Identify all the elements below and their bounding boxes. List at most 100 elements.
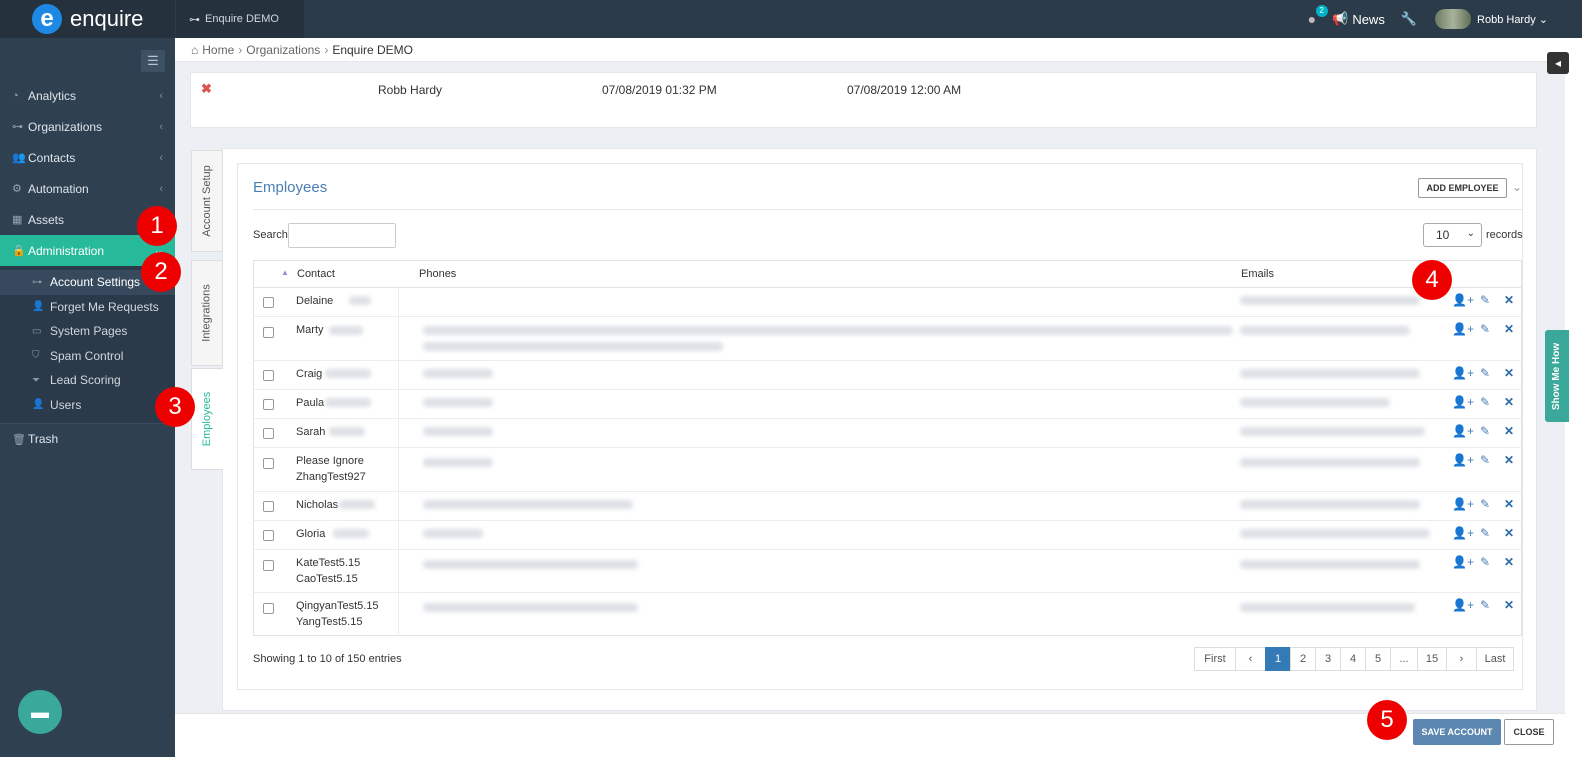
edit-icon[interactable]: ✎ <box>1480 453 1490 467</box>
delete-icon[interactable]: ✕ <box>1504 497 1514 511</box>
tab-integrations[interactable]: Integrations <box>191 260 223 366</box>
subitem-forget-me-requests[interactable]: 👤 Forget Me Requests <box>0 295 175 320</box>
delete-icon[interactable]: ✕ <box>1504 453 1514 467</box>
edit-icon[interactable]: ✎ <box>1480 526 1490 540</box>
add-user-icon[interactable]: 👤+ <box>1452 497 1474 511</box>
page-15[interactable]: 15 <box>1417 647 1447 671</box>
search-input[interactable] <box>288 223 396 248</box>
avatar[interactable] <box>1435 9 1472 29</box>
page-prev[interactable]: ‹ <box>1235 647 1266 671</box>
user-menu[interactable]: Robb Hardy ⌄ <box>1477 13 1548 26</box>
chat-button[interactable]: ▬ <box>18 690 62 734</box>
show-me-how-button[interactable]: Show Me How <box>1545 330 1569 422</box>
org-tab[interactable]: ⊶ Enquire DEMO <box>176 0 304 38</box>
row-checkbox[interactable] <box>263 327 274 338</box>
search-label: Search: <box>253 229 291 241</box>
divider <box>398 361 399 389</box>
sidebar-item-trash[interactable]: 🗑 Trash <box>0 423 175 454</box>
delete-icon[interactable]: ✕ <box>1504 293 1514 307</box>
sidebar-item-analytics[interactable]: ◔ Analytics ‹ <box>0 80 175 111</box>
chevron-down-icon[interactable]: ⌄ <box>1512 180 1522 194</box>
column-phones[interactable]: Phones <box>419 268 456 280</box>
subitem-lead-scoring[interactable]: ⏷ Lead Scoring <box>0 368 175 393</box>
marker-2: 2 <box>141 252 181 292</box>
row-checkbox[interactable] <box>263 297 274 308</box>
edit-icon[interactable]: ✎ <box>1480 322 1490 336</box>
subitem-spam-control[interactable]: ⛉ Spam Control <box>0 344 175 369</box>
column-contact[interactable]: Contact <box>297 268 335 280</box>
add-user-icon[interactable]: 👤+ <box>1452 453 1474 467</box>
add-employee-button[interactable]: ADD EMPLOYEE <box>1418 178 1507 198</box>
add-user-icon[interactable]: 👤+ <box>1452 395 1474 409</box>
notification-button[interactable]: ● 2 <box>1308 5 1328 27</box>
page-1[interactable]: 1 <box>1265 647 1291 671</box>
sort-asc-icon[interactable]: ▲ <box>281 268 289 277</box>
edit-icon[interactable]: ✎ <box>1480 598 1490 612</box>
page-3[interactable]: 3 <box>1315 647 1341 671</box>
page-ellipsis: ... <box>1390 647 1418 671</box>
page-5[interactable]: 5 <box>1365 647 1391 671</box>
cogs-icon: ⚙ <box>12 183 22 195</box>
add-user-icon[interactable]: 👤+ <box>1452 366 1474 380</box>
row-checkbox[interactable] <box>263 530 274 541</box>
row-checkbox[interactable] <box>263 603 274 614</box>
page-4[interactable]: 4 <box>1340 647 1366 671</box>
delete-icon[interactable]: ✕ <box>1504 598 1514 612</box>
add-user-icon[interactable]: 👤+ <box>1452 526 1474 540</box>
add-user-icon[interactable]: 👤+ <box>1452 293 1474 307</box>
delete-icon[interactable]: ✕ <box>1504 424 1514 438</box>
subitem-users[interactable]: 👤 Users <box>0 393 175 418</box>
edit-icon[interactable]: ✎ <box>1480 424 1490 438</box>
close-button[interactable]: CLOSE <box>1504 719 1554 745</box>
redacted-phones <box>423 398 493 407</box>
hamburger-icon[interactable]: ☰ <box>141 50 165 72</box>
tab-employees[interactable]: Employees <box>191 368 223 470</box>
save-account-button[interactable]: SAVE ACCOUNT <box>1413 719 1501 745</box>
redacted-phones <box>423 458 493 467</box>
page-next[interactable]: › <box>1446 647 1477 671</box>
sidebar-item-organizations[interactable]: ⊶ Organizations ‹ <box>0 111 175 142</box>
row-checkbox[interactable] <box>263 428 274 439</box>
edit-icon[interactable]: ✎ <box>1480 555 1490 569</box>
page-last[interactable]: Last <box>1476 647 1514 671</box>
add-user-icon[interactable]: 👤+ <box>1452 322 1474 336</box>
notification-badge: 2 <box>1315 5 1328 17</box>
add-user-icon[interactable]: 👤+ <box>1452 598 1474 612</box>
add-user-icon[interactable]: 👤+ <box>1452 555 1474 569</box>
breadcrumb-organizations[interactable]: Organizations <box>246 43 320 57</box>
row-checkbox[interactable] <box>263 501 274 512</box>
records-value: 10 <box>1436 228 1450 242</box>
edit-icon[interactable]: ✎ <box>1480 293 1490 307</box>
redacted-phones <box>423 427 493 436</box>
arrow-left-circle-icon[interactable]: ◂ <box>1547 52 1569 74</box>
divider <box>398 593 399 636</box>
edit-icon[interactable]: ✎ <box>1480 366 1490 380</box>
subitem-system-pages[interactable]: ▭ System Pages <box>0 319 175 344</box>
sidebar-item-automation[interactable]: ⚙ Automation ‹ <box>0 173 175 204</box>
edit-icon[interactable]: ✎ <box>1480 497 1490 511</box>
edit-icon[interactable]: ✎ <box>1480 395 1490 409</box>
row-checkbox[interactable] <box>263 399 274 410</box>
tab-account-setup[interactable]: Account Setup <box>191 150 223 252</box>
row-checkbox[interactable] <box>263 560 274 571</box>
row-checkbox[interactable] <box>263 370 274 381</box>
delete-icon[interactable]: ✕ <box>1504 555 1514 569</box>
delete-icon[interactable]: ✕ <box>1504 366 1514 380</box>
breadcrumb-home[interactable]: Home <box>202 43 234 57</box>
page-2[interactable]: 2 <box>1290 647 1316 671</box>
wrench-icon[interactable]: 🔧 <box>1401 11 1417 27</box>
logo[interactable]: e enquire <box>0 0 175 38</box>
divider <box>253 209 1522 210</box>
news-button[interactable]: 📢 News <box>1332 11 1385 27</box>
close-icon[interactable]: ✖ <box>201 81 212 97</box>
delete-icon[interactable]: ✕ <box>1504 322 1514 336</box>
records-select[interactable]: 10 ⌄ <box>1423 223 1482 247</box>
sidebar-item-contacts[interactable]: 👥 Contacts ‹ <box>0 142 175 173</box>
row-checkbox[interactable] <box>263 458 274 469</box>
delete-icon[interactable]: ✕ <box>1504 526 1514 540</box>
delete-icon[interactable]: ✕ <box>1504 395 1514 409</box>
subitem-label: Users <box>50 397 82 412</box>
column-emails[interactable]: Emails <box>1241 268 1274 280</box>
add-user-icon[interactable]: 👤+ <box>1452 424 1474 438</box>
page-first[interactable]: First <box>1194 647 1236 671</box>
